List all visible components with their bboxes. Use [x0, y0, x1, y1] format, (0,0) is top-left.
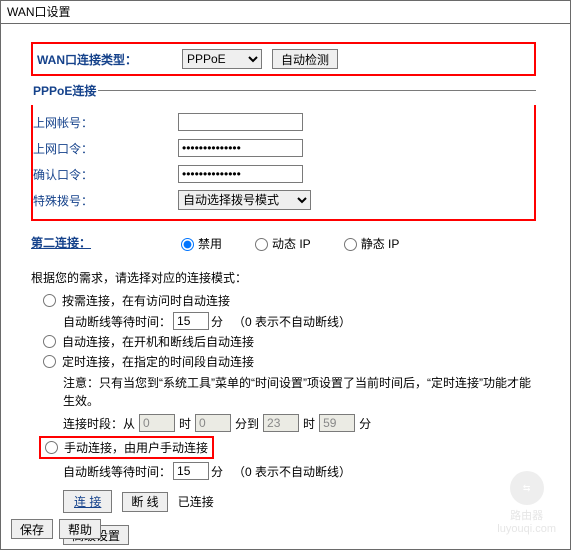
mode-ondemand-radio[interactable]	[43, 294, 56, 307]
mode-manual-radio[interactable]	[45, 441, 58, 454]
second-conn-label: 第二连接：	[31, 234, 176, 251]
mode-hint: 根据您的需求，请选择对应的连接模式：	[31, 269, 570, 286]
time-prefix: 连接时段：从	[63, 415, 135, 432]
mode-ondemand-label: 按需连接，在有访问时自动连接	[62, 292, 230, 309]
from-hour-input	[139, 414, 175, 432]
second-disable-radio[interactable]	[181, 238, 194, 251]
idle-unit: 分	[211, 313, 223, 330]
dial-select[interactable]: 自动选择拨号模式	[178, 190, 311, 210]
pass-label: 上网口令：	[33, 140, 178, 157]
schedule-note: 注意：只有当您到“系统工具”菜单的“时间设置”项设置了当前时间后，“定时连接”功…	[63, 374, 533, 410]
idle-note: （0 表示不自动断线）	[233, 313, 351, 330]
hour-label-1: 时	[179, 415, 191, 432]
idle2-note: （0 表示不自动断线）	[233, 463, 351, 480]
idle2-unit: 分	[211, 463, 223, 480]
idle-prefix: 自动断线等待时间：	[63, 313, 171, 330]
mode-manual-label: 手动连接，由用户手动连接	[64, 439, 208, 456]
minute-label: 分	[359, 415, 371, 432]
save-button[interactable]: 保存	[11, 519, 53, 539]
idle2-prefix: 自动断线等待时间：	[63, 463, 171, 480]
hour-label-2: 时	[303, 415, 315, 432]
to-label: 分到	[235, 415, 259, 432]
pppoe-fieldset: PPPoE连接 上网帐号： 上网口令： 确认口令： 特殊拨号： 自	[31, 82, 536, 221]
help-button[interactable]: 帮助	[59, 519, 101, 539]
manual-highlight: 手动连接，由用户手动连接	[39, 436, 214, 459]
user-input[interactable]	[178, 113, 303, 131]
conn-status: 已连接	[178, 493, 214, 510]
mode-scheduled-radio[interactable]	[43, 355, 56, 368]
confirm-input[interactable]	[178, 165, 303, 183]
dial-label: 特殊拨号：	[33, 192, 178, 209]
auto-detect-button[interactable]: 自动检测	[272, 49, 338, 69]
idle-input[interactable]	[173, 312, 209, 330]
window-title: WAN口设置	[1, 1, 570, 24]
second-dyn-option[interactable]: 动态 IP	[250, 235, 311, 252]
pppoe-legend: PPPoE连接	[31, 82, 98, 99]
disconnect-button[interactable]: 断 线	[122, 492, 167, 512]
confirm-label: 确认口令：	[33, 166, 178, 183]
mode-auto-radio[interactable]	[43, 335, 56, 348]
second-stat-radio[interactable]	[344, 238, 357, 251]
second-disable-option[interactable]: 禁用	[176, 235, 222, 252]
from-min-input	[195, 414, 231, 432]
to-hour-input	[263, 414, 299, 432]
to-min-input	[319, 414, 355, 432]
second-dyn-radio[interactable]	[255, 238, 268, 251]
second-stat-option[interactable]: 静态 IP	[339, 235, 400, 252]
conn-type-select[interactable]: PPPoE	[182, 49, 262, 69]
conn-type-highlight: WAN口连接类型： PPPoE 自动检测	[31, 42, 536, 76]
idle2-input[interactable]	[173, 462, 209, 480]
mode-scheduled-label: 定时连接，在指定的时间段自动连接	[62, 353, 254, 370]
conn-type-label: WAN口连接类型：	[37, 51, 182, 68]
mode-auto-label: 自动连接，在开机和断线后自动连接	[62, 333, 254, 350]
connect-button[interactable]: 连 接	[63, 490, 112, 513]
pass-input[interactable]	[178, 139, 303, 157]
user-label: 上网帐号：	[33, 114, 178, 131]
